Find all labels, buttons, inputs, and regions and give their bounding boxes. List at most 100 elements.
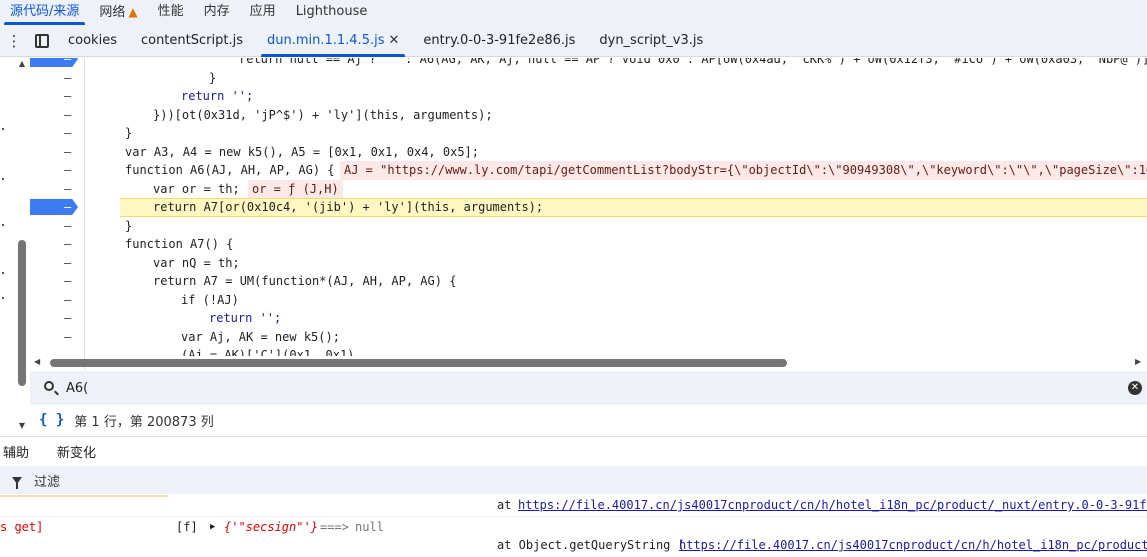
cursor-position: 第 1 行，第 200873 列 <box>74 414 214 430</box>
file-tab-entry[interactable]: entry.0-0-3-91fe2e86.js <box>411 25 587 57</box>
code-text: } <box>125 218 133 233</box>
stack-link[interactable]: https://file.40017.cn/js40017cnproduct/c… <box>518 495 1147 515</box>
gutter-dot <box>2 272 4 274</box>
expand-arrow-icon[interactable]: ▶ <box>210 517 215 537</box>
code-line[interactable]: – var Aj, AK = new k5(); <box>30 328 1147 347</box>
file-tab-dun-min[interactable]: dun.min.1.1.4.5.js ✕ <box>255 25 411 57</box>
line-dash: – <box>64 126 72 140</box>
log-operator: ===> <box>320 520 349 534</box>
file-tab-bar: ⋮ cookies contentScript.js dun.min.1.1.4… <box>0 25 1147 57</box>
clear-icon[interactable]: ✕ <box>1128 381 1142 395</box>
code-text: return ''; <box>209 311 282 325</box>
line-dash: – <box>64 107 72 122</box>
tab-application-label: 应用 <box>249 4 276 19</box>
stack-prefix: at <box>497 498 512 512</box>
code-line[interactable]: – } <box>30 217 1147 236</box>
code-text: return null == Aj ? '' : A6(AG, AK, Aj, … <box>239 58 1147 66</box>
horizontal-scrollbar[interactable]: ◀ ▶ <box>30 357 1147 369</box>
code-line[interactable]: – return ''; <box>30 309 1147 328</box>
gutter-dot <box>2 224 4 226</box>
code-line[interactable]: (Aj = AK)['C'](0x1, 0x1) <box>30 346 1147 356</box>
tab-accessibility[interactable]: 辅助 <box>0 442 32 461</box>
gutter-dot <box>2 297 4 299</box>
console-message: at Object.getQueryString ( https://file.… <box>0 535 1147 555</box>
tab-memory[interactable]: 内存 <box>194 0 240 25</box>
breakpoint-marker[interactable]: – <box>30 199 78 215</box>
code-line[interactable]: – function A7() { <box>30 235 1147 254</box>
scroll-left-icon[interactable]: ◀ <box>34 357 40 366</box>
close-icon[interactable]: ✕ <box>388 33 399 48</box>
breakpoint-dash: – <box>64 200 72 214</box>
file-tab-dyn-script[interactable]: dyn_script_v3.js <box>587 25 715 57</box>
code-editor[interactable]: – return null == Aj ? '' : A6(AG, AK, Aj… <box>0 58 1147 370</box>
code-line[interactable]: – function A6(AJ, AH, AP, AG) { AJ = "ht… <box>30 161 1147 180</box>
horizontal-scroll-thumb[interactable] <box>50 359 787 367</box>
tab-lighthouse-label: Lighthouse <box>295 4 368 19</box>
code-line[interactable]: – var A3, A4 = new k5(), A5 = [0x1, 0x1,… <box>30 143 1147 162</box>
code-line[interactable]: – } <box>30 69 1147 88</box>
code-line[interactable]: – return A7 = UM(function*(AJ, AH, AP, A… <box>30 272 1147 291</box>
log-object[interactable]: {'"secsign"'} <box>224 517 318 537</box>
tab-changes[interactable]: 新变化 <box>54 442 99 461</box>
tab-sources-label: 源代码/来源 <box>10 4 80 19</box>
gutter-dot <box>2 178 4 180</box>
scroll-down-icon[interactable]: ▼ <box>17 421 27 430</box>
tab-network[interactable]: 网络 ▲ <box>89 0 147 25</box>
log-source: s get] <box>0 520 44 534</box>
scroll-up-icon[interactable]: ▲ <box>17 59 27 68</box>
tab-performance-label: 性能 <box>157 4 184 19</box>
line-dash: – <box>64 329 72 344</box>
line-dash: – <box>64 218 72 233</box>
code-text: var or = th; <box>153 181 240 196</box>
code-line[interactable]: – return null == Aj ? '' : A6(AG, AK, Aj… <box>30 58 1147 69</box>
code-text: } <box>125 126 133 140</box>
stack-prefix: at Object.getQueryString ( <box>497 538 685 552</box>
code-line[interactable]: – if (!AJ) <box>30 291 1147 310</box>
code-text: var A3, A4 = new k5(), A5 = [0x1, 0x1, 0… <box>125 144 480 159</box>
log-tag: [f] <box>176 520 198 534</box>
tab-network-label: 网络 <box>99 5 126 20</box>
search-input[interactable] <box>66 378 1106 398</box>
file-tab-contentscript[interactable]: contentScript.js <box>129 25 255 57</box>
code-line[interactable]: – var or = th; or = ƒ (J,H) <box>30 179 1147 198</box>
line-dash: – <box>64 181 72 196</box>
code-text: }))[ot(0x31d, 'jP^$') + 'ly'](this, argu… <box>153 107 493 122</box>
code-line[interactable]: – } <box>30 124 1147 143</box>
search-bar: ✕ <box>30 371 1147 405</box>
tab-sources[interactable]: 源代码/来源 <box>0 0 89 25</box>
code-line[interactable]: – }))[ot(0x31d, 'jP^$') + 'ly'](this, ar… <box>30 106 1147 125</box>
breakpoint-marker[interactable]: – <box>30 58 78 67</box>
file-tab-label: entry.0-0-3-91fe2e86.js <box>423 32 576 48</box>
vertical-scroll-thumb[interactable] <box>18 240 26 386</box>
code-text: var nQ = th; <box>153 255 240 270</box>
file-tab-label: dyn_script_v3.js <box>599 32 704 48</box>
log-null: null <box>355 520 384 534</box>
gutter-dot <box>2 128 4 130</box>
more-options-icon[interactable]: ⋮ <box>0 25 28 57</box>
pretty-print-icon[interactable]: { } <box>39 412 64 428</box>
code-text: if (!AJ) <box>181 292 239 307</box>
console-message: at https://file.40017.cn/js40017cnproduc… <box>0 495 1147 515</box>
line-dash: – <box>64 255 72 270</box>
line-dash: – <box>64 144 72 159</box>
current-execution-line[interactable]: – return A7[or(0x10c4, '(jib') + 'ly'](t… <box>30 198 1147 217</box>
code-text: return A7[or(0x10c4, '(jib') + 'ly'](thi… <box>153 200 544 214</box>
code-line[interactable]: – var nQ = th; <box>30 254 1147 273</box>
console-message: s get] [f] ▶ {'"secsign"'} ===> null <box>0 517 1147 537</box>
filter-icon <box>12 476 22 489</box>
stack-link[interactable]: https://file.40017.cn/js40017cnproduct/c… <box>679 535 1147 555</box>
line-dash: – <box>64 274 72 288</box>
filter-input[interactable]: 过滤 <box>34 471 60 490</box>
left-gutter <box>0 58 14 370</box>
tab-application[interactable]: 应用 <box>240 0 286 25</box>
status-bar: { } 第 1 行，第 200873 列 <box>30 406 1147 434</box>
tab-lighthouse[interactable]: Lighthouse <box>286 0 378 25</box>
code-text: function A6(AJ, AH, AP, AG) { <box>125 163 335 177</box>
tab-performance[interactable]: 性能 <box>148 0 194 25</box>
panel-tab-bar: 源代码/来源 网络 ▲ 性能 内存 应用 Lighthouse <box>0 0 1147 25</box>
scroll-right-icon[interactable]: ▶ <box>1135 357 1141 366</box>
code-line[interactable]: – return ''; <box>30 87 1147 106</box>
navigator-toggle-button[interactable] <box>28 25 56 57</box>
file-tab-cookies[interactable]: cookies <box>56 25 129 57</box>
code-text: } <box>209 70 217 85</box>
